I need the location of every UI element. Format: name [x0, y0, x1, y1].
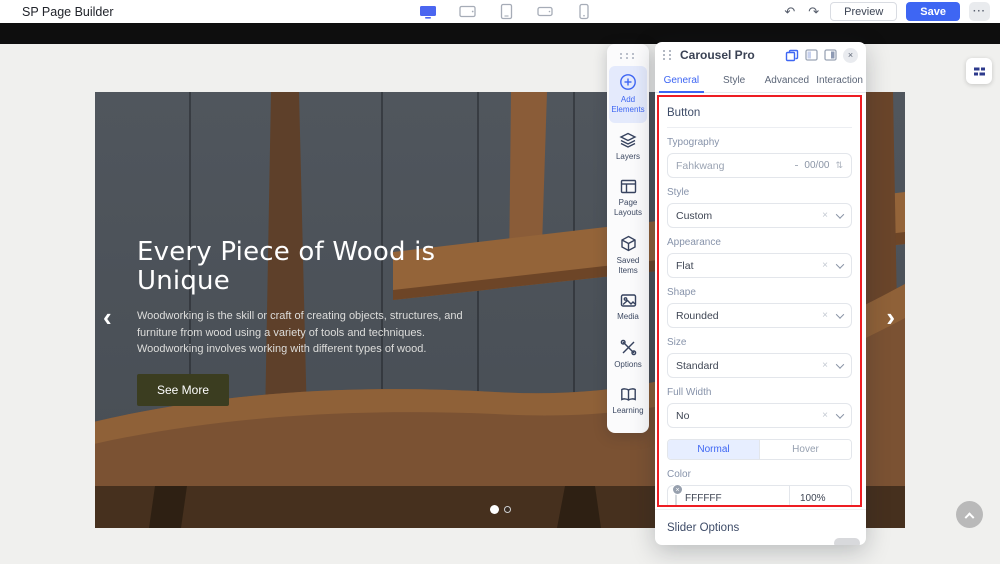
slide-description: Woodworking is the skill or craft of cre…: [137, 308, 472, 358]
builder-toolbar: Add Elements Layers Page Layouts Saved I…: [607, 44, 649, 433]
shape-select[interactable]: Rounded ×: [667, 303, 852, 328]
dock-left-icon[interactable]: [805, 49, 818, 61]
device-tablet-portrait-icon[interactable]: [496, 4, 516, 20]
state-tab-normal[interactable]: Normal: [668, 440, 759, 459]
responsive-device-switcher: [418, 0, 594, 23]
full-width-label: Full Width: [667, 387, 852, 398]
carousel-next-icon[interactable]: ›: [886, 304, 895, 330]
top-bar: SP Page Builder ↶ ↷ Preview Save ···: [0, 0, 1000, 23]
typography-font-input[interactable]: Fahkwang 00/00 ⇅: [667, 153, 852, 178]
font-size-value[interactable]: 00/00: [804, 160, 829, 171]
section-button[interactable]: Button: [667, 99, 852, 128]
layout-icon: [620, 179, 637, 194]
tab-advanced[interactable]: Advanced: [761, 68, 814, 92]
style-label: Style: [667, 187, 852, 198]
toolbar-item-page-layouts[interactable]: Page Layouts: [609, 172, 647, 226]
stepper-icon[interactable]: ⇅: [835, 160, 843, 171]
panel-resize-handle[interactable]: [834, 538, 860, 545]
appearance-label: Appearance: [667, 237, 852, 248]
close-icon: ×: [848, 50, 853, 60]
undo-icon[interactable]: ↶: [782, 5, 797, 18]
tab-general[interactable]: General: [655, 68, 708, 92]
sections-toggle-button[interactable]: [966, 58, 992, 84]
chevron-down-icon: [836, 310, 844, 318]
device-tablet-landscape-icon[interactable]: [457, 4, 477, 20]
tools-icon: [620, 339, 637, 356]
toolbar-item-media[interactable]: Media: [609, 286, 647, 330]
toolbar-item-learning[interactable]: Learning: [609, 380, 647, 424]
panel-header: Carousel Pro ×: [655, 42, 866, 68]
pagination-dot[interactable]: [504, 506, 511, 513]
device-mobile-landscape-icon[interactable]: [535, 4, 555, 20]
panel-tabs: General Style Advanced Interaction: [655, 68, 866, 93]
toolbar-item-saved-items[interactable]: Saved Items: [609, 228, 647, 284]
toolbar-drag-handle[interactable]: [620, 50, 636, 65]
admin-bar: [0, 23, 1000, 44]
divider-dot: [795, 165, 798, 167]
pagination-dot-active[interactable]: [490, 505, 499, 514]
carousel-pro-settings-panel: Carousel Pro × General Style Advanced In…: [655, 42, 866, 545]
toolbar-item-options[interactable]: Options: [609, 332, 647, 378]
panel-drag-handle[interactable]: [663, 50, 673, 60]
color-hex-value[interactable]: FFFFFF: [685, 493, 789, 504]
color-picker-row: × FFFFFF 100%: [667, 485, 852, 507]
redo-icon[interactable]: ↷: [806, 5, 821, 18]
more-options-button[interactable]: ···: [969, 2, 990, 21]
appearance-select[interactable]: Flat ×: [667, 253, 852, 278]
grid-icon: [973, 66, 986, 77]
clear-icon[interactable]: ×: [822, 360, 828, 371]
size-select[interactable]: Standard ×: [667, 353, 852, 378]
back-to-top-button[interactable]: [956, 501, 983, 528]
slide-heading: Every Piece of Wood is Unique: [137, 238, 482, 296]
tab-style[interactable]: Style: [708, 68, 761, 92]
tab-interaction[interactable]: Interaction: [813, 68, 866, 92]
toolbar-item-add-elements[interactable]: Add Elements: [609, 66, 647, 123]
cube-icon: [620, 235, 637, 252]
chevron-down-icon: [836, 210, 844, 218]
chevron-down-icon: [836, 410, 844, 418]
save-button[interactable]: Save: [906, 2, 960, 21]
chevron-down-icon: [836, 360, 844, 368]
plus-circle-icon: [619, 73, 637, 91]
book-icon: [620, 387, 637, 402]
size-label: Size: [667, 337, 852, 348]
typography-label: Typography: [667, 137, 852, 148]
slide-content: Every Piece of Wood is Unique Woodworkin…: [137, 238, 482, 406]
chevron-down-icon: [836, 260, 844, 268]
preview-button[interactable]: Preview: [830, 2, 897, 21]
device-mobile-portrait-icon[interactable]: [574, 4, 594, 20]
color-opacity-value[interactable]: 100%: [789, 486, 851, 507]
highlighted-settings-region: Button Typography Fahkwang 00/00 ⇅ Style…: [657, 95, 862, 507]
clear-icon[interactable]: ×: [822, 310, 828, 321]
clear-icon[interactable]: ×: [822, 260, 828, 271]
layers-icon: [619, 132, 637, 148]
font-family-value[interactable]: Fahkwang: [676, 160, 789, 172]
duplicate-icon[interactable]: [785, 49, 799, 62]
dock-right-icon[interactable]: [824, 49, 837, 61]
full-width-select[interactable]: No ×: [667, 403, 852, 428]
close-panel-button[interactable]: ×: [843, 48, 858, 63]
carousel-prev-icon[interactable]: ‹: [103, 304, 112, 330]
app-title: SP Page Builder: [22, 5, 114, 19]
panel-title: Carousel Pro: [680, 48, 778, 62]
color-label: Color: [667, 469, 852, 480]
style-select[interactable]: Custom ×: [667, 203, 852, 228]
state-tab-hover[interactable]: Hover: [759, 440, 851, 459]
see-more-button[interactable]: See More: [137, 374, 229, 406]
shape-label: Shape: [667, 287, 852, 298]
toolbar-item-layers[interactable]: Layers: [609, 125, 647, 170]
state-switcher: Normal Hover: [667, 439, 852, 460]
chevron-up-icon: [965, 512, 975, 522]
clear-icon[interactable]: ×: [822, 210, 828, 221]
device-desktop-icon[interactable]: [418, 4, 438, 20]
image-icon: [620, 293, 637, 308]
clear-icon[interactable]: ×: [822, 410, 828, 421]
clear-color-icon[interactable]: ×: [672, 484, 683, 495]
